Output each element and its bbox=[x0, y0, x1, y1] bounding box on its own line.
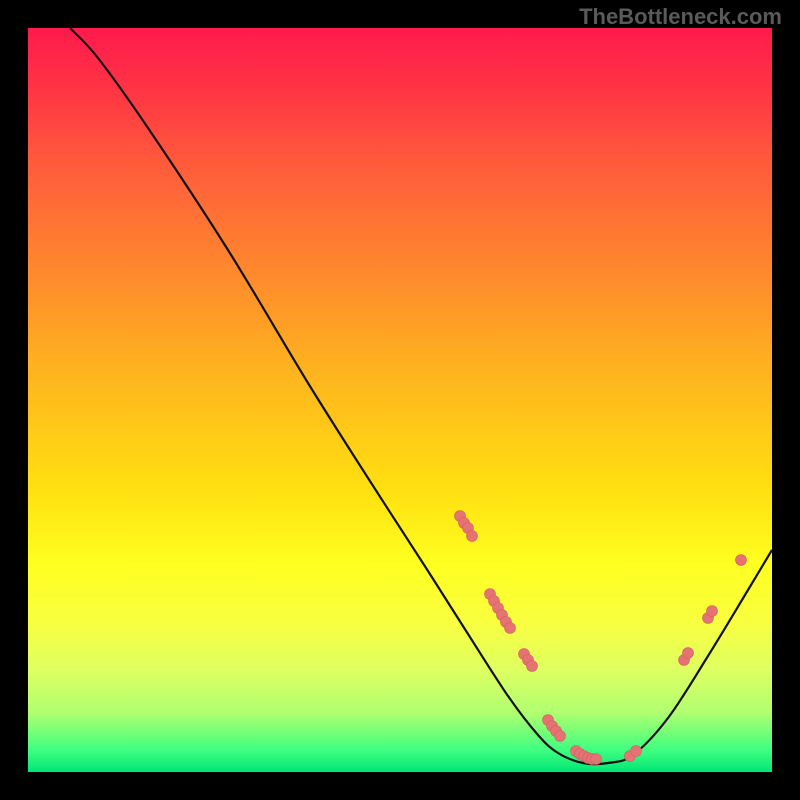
curve-marker bbox=[505, 623, 516, 634]
curve-marker bbox=[631, 746, 642, 757]
curve-marker bbox=[736, 555, 747, 566]
chart-svg bbox=[28, 28, 772, 772]
curve-marker bbox=[467, 531, 478, 542]
curve-marker bbox=[555, 731, 566, 742]
bottleneck-curve bbox=[70, 28, 772, 764]
curve-marker bbox=[707, 606, 718, 617]
curve-marker bbox=[527, 661, 538, 672]
curve-marker bbox=[591, 754, 602, 765]
curve-markers bbox=[455, 511, 747, 765]
watermark-text: TheBottleneck.com bbox=[579, 4, 782, 30]
curve-marker bbox=[683, 648, 694, 659]
chart-plot-area bbox=[28, 28, 772, 772]
